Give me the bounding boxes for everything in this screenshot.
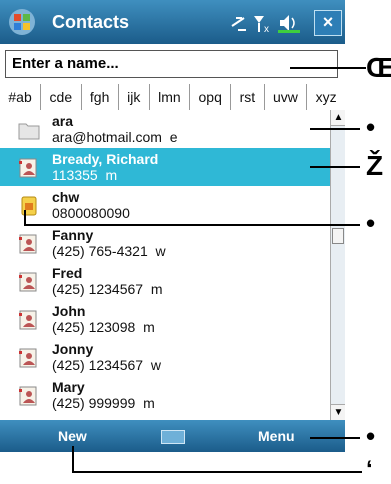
app-title: Contacts [52, 12, 130, 32]
contact-name: chw [52, 189, 80, 205]
contact-detail: 113355 m [52, 167, 118, 183]
scrollbar[interactable]: ▲ ▼ [330, 110, 345, 420]
contact-card-person-icon [19, 158, 37, 178]
close-button[interactable]: × [314, 10, 342, 36]
contact-row[interactable]: chw 0800080090 [0, 186, 330, 224]
scroll-up-arrow-icon[interactable]: ▲ [331, 110, 345, 126]
callout-marker-icon: • [366, 208, 376, 238]
contact-row[interactable]: John (425) 123098 m [0, 300, 330, 338]
new-button[interactable]: New [58, 428, 87, 444]
callout-line-icon-v [24, 210, 26, 226]
contact-detail: (425) 999999 m [52, 395, 155, 411]
status-icons[interactable]: x [228, 10, 308, 36]
contact-card-person-icon [19, 310, 37, 330]
contact-name: Jonny [52, 341, 94, 357]
tab-rst[interactable]: rst [231, 84, 265, 110]
search-input[interactable]: Enter a name... [5, 50, 338, 78]
callout-line-search [290, 67, 366, 69]
contact-name: Bready, Richard [52, 151, 159, 167]
contact-row-selected[interactable]: Bready, Richard 113355 m [0, 148, 330, 186]
tab-ijk[interactable]: ijk [119, 84, 150, 110]
tab-ab[interactable]: #ab [0, 84, 42, 110]
contact-row[interactable]: Fanny (425) 765-4321 w [0, 224, 330, 262]
windows-flag-icon[interactable] [8, 8, 36, 36]
scroll-down-arrow-icon[interactable]: ▼ [331, 404, 345, 420]
contact-name: Fanny [52, 227, 94, 243]
callout-line-new-h [72, 471, 362, 473]
contact-name: ara [52, 113, 74, 129]
callout-marker-menu: • [366, 421, 376, 451]
speaker-icon[interactable] [278, 15, 300, 33]
contact-name: Fred [52, 265, 83, 281]
contact-card-person-icon [19, 386, 37, 406]
contact-detail: (425) 1234567 w [52, 357, 161, 373]
callout-line-selected [310, 166, 360, 168]
tab-lmn[interactable]: lmn [150, 84, 191, 110]
tab-fgh[interactable]: fgh [82, 84, 119, 110]
keyboard-icon[interactable] [161, 430, 185, 444]
tab-opq[interactable]: opq [190, 84, 232, 110]
menu-button[interactable]: Menu [258, 428, 295, 444]
callout-marker-row: • [366, 112, 376, 142]
contact-detail: 0800080090 [52, 205, 130, 221]
contact-card-blank-icon [18, 123, 40, 140]
device-screen: Contacts x × Enter a name... #ab cde fgh [0, 0, 345, 480]
contact-row[interactable]: Fred (425) 1234567 m [0, 262, 330, 300]
callout-marker-search: Œ [366, 52, 391, 83]
tab-xyz[interactable]: xyz [307, 84, 345, 110]
contact-card-sim-icon [21, 196, 37, 216]
connectivity-icon[interactable] [231, 17, 246, 31]
tab-uvw[interactable]: uvw [265, 84, 308, 110]
contact-name: John [52, 303, 86, 319]
callout-marker-selected: Ž [366, 150, 384, 181]
contact-card-person-icon [19, 272, 37, 292]
tab-cde[interactable]: cde [41, 84, 82, 110]
scroll-thumb[interactable] [332, 228, 344, 244]
contact-card-person-icon [19, 348, 37, 368]
contact-detail: ara@hotmail.com e [52, 129, 178, 145]
contact-row[interactable]: ara ara@hotmail.com e [0, 110, 330, 148]
contact-card-person-icon [19, 234, 37, 254]
callout-line-row [310, 128, 360, 130]
callout-line-icon-h [24, 224, 360, 226]
svg-text:x: x [264, 24, 269, 35]
title-bar: Contacts x × [0, 0, 345, 44]
contact-detail: (425) 765-4321 w [52, 243, 166, 259]
contact-list: ara ara@hotmail.com e Bready, Richard 11… [0, 110, 330, 420]
contact-row[interactable]: Jonny (425) 1234567 w [0, 338, 330, 376]
signal-off-icon[interactable]: x [254, 16, 269, 35]
callout-line-menu [310, 437, 360, 439]
contact-detail: (425) 123098 m [52, 319, 155, 335]
contact-detail: (425) 1234567 m [52, 281, 163, 297]
contact-name: Mary [52, 379, 85, 395]
contact-row[interactable]: Mary (425) 999999 m [0, 376, 330, 414]
letter-tabs: #ab cde fgh ijk lmn opq rst uvw xyz [0, 84, 345, 111]
menu-bar: New Menu [0, 420, 345, 452]
callout-line-new-v [72, 446, 74, 472]
